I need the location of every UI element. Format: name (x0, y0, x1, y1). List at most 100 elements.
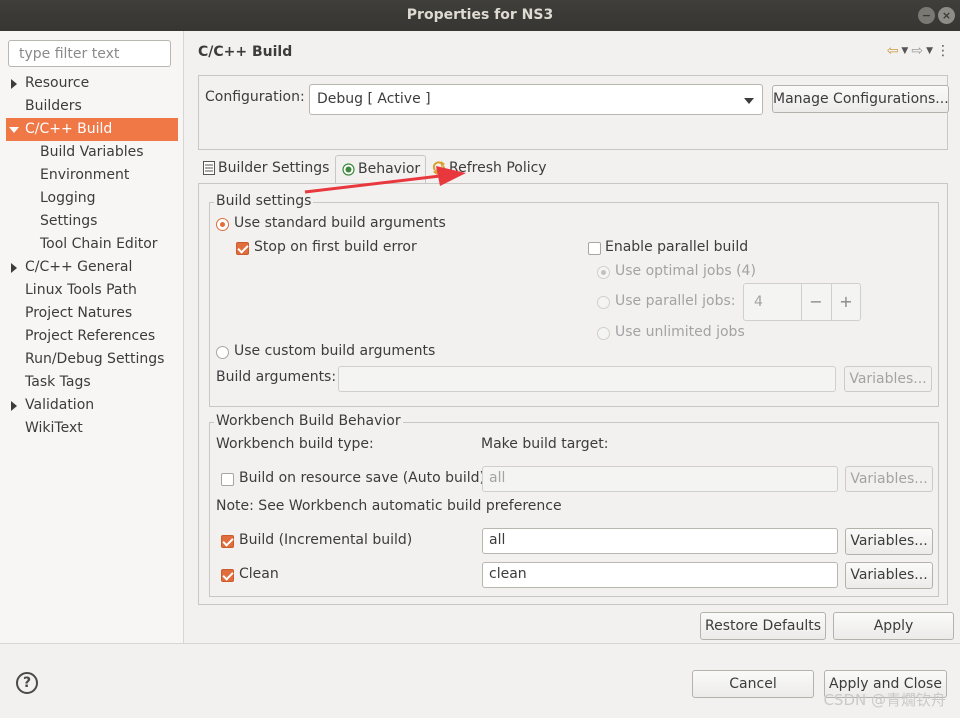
use-standard-label: Use standard build arguments (234, 215, 446, 231)
use-optimal-label: Use optimal jobs (4) (615, 263, 756, 279)
builder-settings-icon (203, 161, 215, 175)
auto-build-variables-button[interactable]: Variables... (845, 466, 933, 492)
collapsed-arrow-icon[interactable] (11, 79, 17, 89)
cancel-button[interactable]: Cancel (692, 670, 814, 698)
sidebar-item-label: Project Natures (25, 305, 133, 321)
incremental-build-target-input[interactable]: all (482, 528, 838, 554)
tab-behavior[interactable]: Behavior (335, 155, 426, 184)
sidebar: Resource Builders C/C++ Build Build Variabl… (0, 31, 184, 643)
chevron-down-icon[interactable]: ▼ (926, 46, 933, 56)
manage-configurations-button[interactable]: Manage Configurations... (772, 85, 949, 113)
clean-variables-button[interactable]: Variables... (845, 562, 933, 589)
sidebar-item-run-debug-settings[interactable]: Run/Debug Settings (6, 348, 178, 371)
auto-build-checkbox[interactable] (221, 473, 234, 486)
back-arrow-icon[interactable]: ⇦ (887, 43, 899, 59)
sidebar-item-label: Resource (25, 75, 90, 91)
sidebar-item-project-references[interactable]: Project References (6, 325, 178, 348)
auto-build-target-input[interactable]: all (482, 466, 838, 492)
forward-arrow-icon[interactable]: ⇨ (911, 43, 923, 59)
clean-label: Clean (239, 566, 279, 582)
build-arguments-input[interactable] (338, 366, 836, 392)
auto-build-label: Build on resource save (Auto build) (239, 470, 486, 486)
use-unlimited-radio[interactable] (597, 327, 610, 340)
window-title: Properties for NS3 (406, 7, 554, 23)
sidebar-item-wikitext[interactable]: WikiText (6, 417, 178, 440)
page-title: C/C++ Build (198, 44, 293, 60)
title-bar: Properties for NS3 − × (0, 0, 960, 31)
tab-label: Refresh Policy (449, 160, 547, 176)
sidebar-item-environment[interactable]: Environment (6, 164, 178, 187)
sidebar-item-label: C/C++ General (25, 259, 133, 275)
expanded-arrow-icon[interactable] (9, 127, 19, 133)
stop-on-error-checkbox[interactable] (236, 242, 249, 255)
configuration-box: Configuration: Debug [ Active ] Manage C… (198, 75, 949, 150)
watermark: CSDN @青燗钦舟 (823, 691, 946, 709)
workbench-build-type-label: Workbench build type: (216, 436, 374, 452)
sidebar-item-label: Run/Debug Settings (25, 351, 165, 367)
view-menu-icon[interactable]: ⋮ (936, 43, 950, 59)
decrement-button[interactable]: − (802, 292, 830, 311)
sidebar-item-label: Builders (25, 98, 82, 114)
dialog-footer: ? Cancel Apply and Close CSDN @青燗钦舟 (0, 643, 960, 718)
restore-defaults-button[interactable]: Restore Defaults (700, 612, 826, 640)
apply-button[interactable]: Apply (833, 612, 954, 640)
nav-toolbar: ⇦ ▼ ⇨ ▼ ⋮ (887, 43, 950, 59)
sidebar-item-label: Logging (40, 190, 96, 206)
behavior-icon (342, 162, 355, 176)
group-title: Workbench Build Behavior (214, 413, 403, 429)
build-arguments-label: Build arguments: (216, 369, 337, 385)
sidebar-item-label: Linux Tools Path (25, 282, 137, 298)
incremental-variables-button[interactable]: Variables... (845, 528, 933, 555)
sidebar-item-c-c-build[interactable]: C/C++ Build (6, 118, 178, 141)
sidebar-item-label: Project References (25, 328, 156, 344)
sidebar-item-resource[interactable]: Resource (6, 72, 178, 95)
clean-checkbox[interactable] (221, 569, 234, 582)
main-panel: C/C++ Build ⇦ ▼ ⇨ ▼ ⋮ Configuration: Deb… (185, 31, 960, 643)
use-optimal-radio[interactable] (597, 266, 610, 279)
sidebar-item-c-c-general[interactable]: C/C++ General (6, 256, 178, 279)
clean-target-input[interactable]: clean (482, 562, 838, 588)
chevron-down-icon[interactable]: ▼ (901, 46, 908, 56)
use-standard-radio[interactable] (216, 218, 229, 231)
enable-parallel-checkbox[interactable] (588, 242, 601, 255)
property-tree: Resource Builders C/C++ Build Build Variabl… (6, 72, 178, 440)
sidebar-item-settings[interactable]: Settings (6, 210, 178, 233)
configuration-value: Debug [ Active ] (317, 91, 431, 107)
sidebar-item-label: WikiText (25, 420, 83, 436)
make-build-target-label: Make build target: (481, 436, 609, 452)
collapsed-arrow-icon[interactable] (11, 401, 17, 411)
sidebar-item-label: Build Variables (40, 144, 144, 160)
sidebar-item-label: Environment (40, 167, 130, 183)
group-title: Build settings (214, 193, 314, 209)
tab-label: Builder Settings (218, 160, 330, 176)
use-parallel-radio[interactable] (597, 296, 610, 309)
tab-builder-settings[interactable]: Builder Settings (203, 155, 329, 183)
sidebar-item-label: Settings (40, 213, 98, 229)
increment-button[interactable]: + (832, 292, 860, 311)
collapsed-arrow-icon[interactable] (11, 263, 17, 273)
sidebar-item-task-tags[interactable]: Task Tags (6, 371, 178, 394)
filter-input[interactable] (8, 40, 171, 67)
use-custom-radio[interactable] (216, 346, 229, 359)
sidebar-item-logging[interactable]: Logging (6, 187, 178, 210)
sidebar-item-tool-chain-editor[interactable]: Tool Chain Editor (6, 233, 178, 256)
sidebar-item-build-variables[interactable]: Build Variables (6, 141, 178, 164)
configuration-label: Configuration: (205, 89, 305, 105)
sidebar-item-project-natures[interactable]: Project Natures (6, 302, 178, 325)
build-arguments-variables-button[interactable]: Variables... (844, 366, 932, 392)
help-icon[interactable]: ? (16, 672, 38, 694)
configuration-combo[interactable]: Debug [ Active ] (309, 84, 763, 115)
tab-refresh-policy[interactable]: Refresh Policy (432, 155, 547, 183)
incremental-build-label: Build (Incremental build) (239, 532, 413, 548)
sidebar-item-label: Task Tags (25, 374, 91, 390)
enable-parallel-label: Enable parallel build (605, 239, 749, 255)
sidebar-item-builders[interactable]: Builders (6, 95, 178, 118)
sidebar-item-linux-tools-path[interactable]: Linux Tools Path (6, 279, 178, 302)
sidebar-item-label: C/C++ Build (25, 121, 113, 137)
incremental-build-checkbox[interactable] (221, 535, 234, 548)
parallel-jobs-spinner[interactable]: 4 − + (743, 283, 861, 321)
close-button[interactable]: × (938, 7, 955, 24)
minimize-button[interactable]: − (918, 7, 935, 24)
sidebar-item-validation[interactable]: Validation (6, 394, 178, 417)
behavior-tab-panel: Build settings Use standard build argume… (198, 183, 948, 605)
